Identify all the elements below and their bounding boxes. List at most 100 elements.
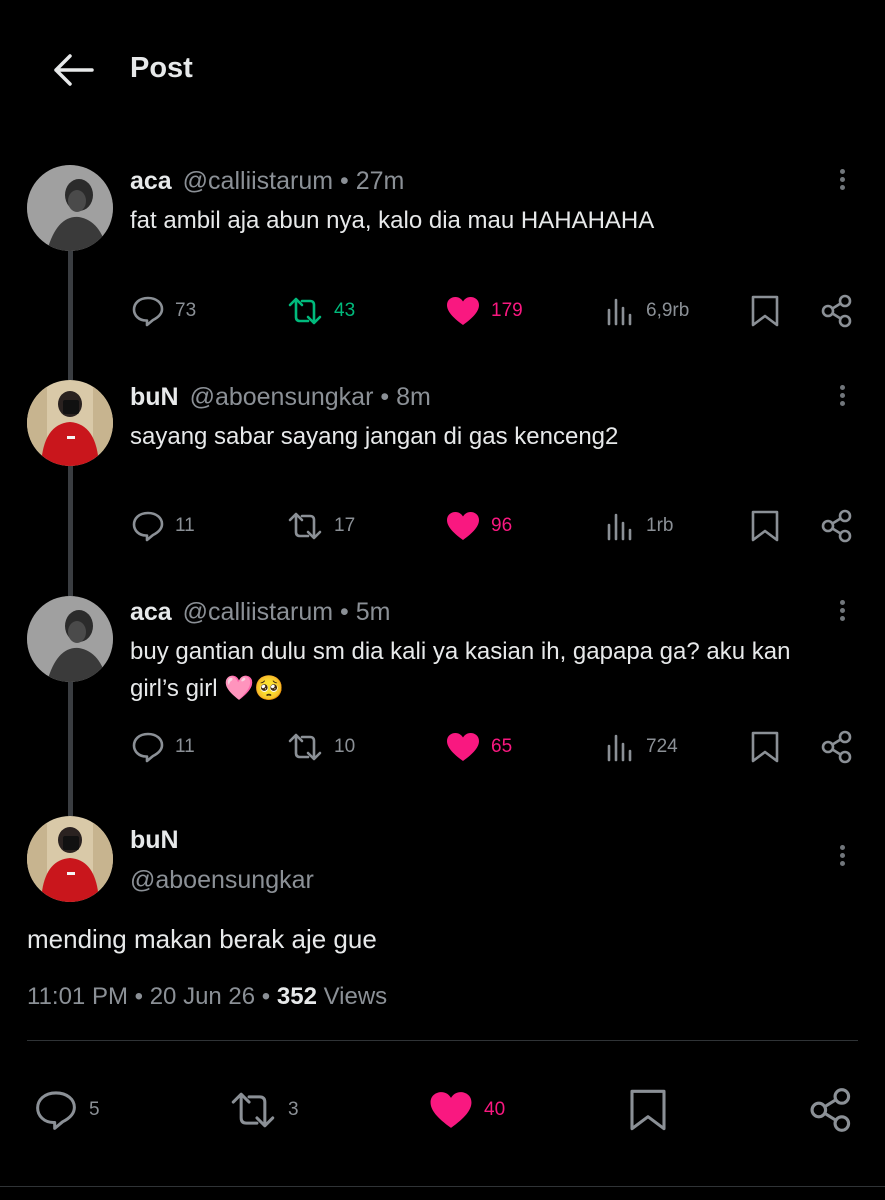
repost-count: 43 xyxy=(334,300,356,321)
like-button[interactable]: 40 xyxy=(428,1087,505,1133)
share-button[interactable] xyxy=(808,1087,854,1133)
share-icon xyxy=(821,509,852,543)
repost-count: 17 xyxy=(334,515,356,536)
reply-count: 11 xyxy=(175,736,195,757)
reply-button[interactable]: 11 xyxy=(131,506,195,546)
repost-count: 3 xyxy=(288,1099,299,1120)
tweet-metadata: 11:01 PM • 20 Jun 26 • 352 Views xyxy=(27,983,387,1011)
tweet-actions: 73 43 179 6,9rb xyxy=(0,291,885,331)
like-count: 179 xyxy=(491,300,523,321)
tweet-text: sayang sabar sayang jangan di gas kencen… xyxy=(130,423,619,450)
main-author-name[interactable]: buN xyxy=(130,826,179,855)
share-icon xyxy=(821,294,852,328)
heart-icon xyxy=(447,297,479,325)
avatar[interactable] xyxy=(27,816,113,902)
bookmark-icon xyxy=(630,1089,666,1131)
separator-dot: • xyxy=(373,383,397,411)
reply-button[interactable]: 5 xyxy=(33,1087,100,1133)
author-name[interactable]: buN xyxy=(130,826,179,854)
bookmark-button[interactable] xyxy=(750,291,780,331)
bookmark-button[interactable] xyxy=(750,727,780,767)
bookmark-button[interactable] xyxy=(750,506,780,546)
main-author-handle[interactable]: @aboensungkar xyxy=(130,866,314,895)
repost-button[interactable]: 3 xyxy=(228,1087,299,1133)
main-tweet-text: mending makan berak aje gue xyxy=(27,924,377,954)
bookmark-icon xyxy=(751,731,779,763)
page-title: Post xyxy=(130,52,193,84)
views-button[interactable]: 724 xyxy=(606,727,678,767)
views-count: 724 xyxy=(646,736,678,757)
avatar[interactable] xyxy=(27,596,113,682)
tweet-actions: 11 10 65 724 xyxy=(0,727,885,767)
bookmark-icon xyxy=(751,510,779,542)
author-handle[interactable]: @calliistarum xyxy=(183,598,333,626)
heart-icon xyxy=(430,1092,472,1128)
like-button[interactable]: 65 xyxy=(445,727,512,767)
author-handle[interactable]: @calliistarum xyxy=(183,167,333,195)
author-handle[interactable]: @aboensungkar xyxy=(190,383,374,411)
repost-icon xyxy=(231,1092,275,1128)
heart-icon xyxy=(447,512,479,540)
tweet-text: buy gantian dulu sm dia kali ya kasian i… xyxy=(130,638,791,702)
reply-icon xyxy=(132,732,164,763)
author-name[interactable]: buN xyxy=(130,383,179,411)
separator-dot: • xyxy=(127,983,150,1010)
reply-button[interactable]: 73 xyxy=(131,291,196,331)
reply-count: 5 xyxy=(89,1099,100,1120)
views-label: Views xyxy=(323,983,388,1010)
tweet-text: fat ambil aja abun nya, kalo dia mau HAH… xyxy=(130,207,655,234)
bookmark-icon xyxy=(751,295,779,327)
reply-count: 11 xyxy=(175,515,195,536)
views-count: 6,9rb xyxy=(646,300,690,321)
author-name[interactable]: aca xyxy=(130,598,172,626)
views-icon xyxy=(607,734,632,762)
like-button[interactable]: 96 xyxy=(445,506,512,546)
repost-button[interactable]: 10 xyxy=(286,727,355,767)
back-arrow-icon[interactable] xyxy=(50,52,94,88)
divider xyxy=(27,1040,858,1041)
like-count: 96 xyxy=(491,515,513,536)
top-bar: Post xyxy=(0,0,885,140)
tweet-author-line: aca @calliistarum • 27m xyxy=(130,167,404,196)
more-options-icon[interactable] xyxy=(830,166,854,196)
share-button[interactable] xyxy=(820,506,854,546)
divider xyxy=(0,1186,885,1187)
more-options-icon[interactable] xyxy=(830,597,854,627)
tweet-time[interactable]: 8m xyxy=(396,383,431,411)
repost-count: 10 xyxy=(334,736,356,757)
repost-button[interactable]: 17 xyxy=(286,506,355,546)
more-options-icon[interactable] xyxy=(830,382,854,412)
tweet-time[interactable]: 5m xyxy=(356,598,391,626)
separator-dot: • xyxy=(333,598,356,626)
separator-dot: • xyxy=(333,167,356,195)
avatar[interactable] xyxy=(27,165,113,251)
repost-button[interactable]: 43 xyxy=(286,291,355,331)
repost-icon xyxy=(288,297,322,325)
bookmark-button[interactable] xyxy=(628,1087,668,1133)
more-options-icon[interactable] xyxy=(830,842,854,872)
views-icon xyxy=(607,513,632,541)
like-button[interactable]: 179 xyxy=(445,291,523,331)
author-name[interactable]: aca xyxy=(130,167,172,195)
reply-button[interactable]: 11 xyxy=(131,727,195,767)
views-button[interactable]: 1rb xyxy=(606,506,673,546)
share-icon xyxy=(810,1088,851,1132)
avatar[interactable] xyxy=(27,380,113,466)
repost-icon xyxy=(288,512,322,540)
reply-icon xyxy=(132,296,164,327)
views-button[interactable]: 6,9rb xyxy=(606,291,689,331)
main-tweet-actions: 5 3 40 xyxy=(0,1087,885,1133)
views-icon xyxy=(607,298,632,326)
views-count: 1rb xyxy=(646,515,674,536)
tweet-author-line: aca @calliistarum • 5m xyxy=(130,598,390,627)
share-icon xyxy=(821,730,852,764)
like-count: 40 xyxy=(484,1099,506,1120)
tweet-author-line: buN @aboensungkar • 8m xyxy=(130,383,431,412)
heart-icon xyxy=(447,733,479,761)
tweet-date[interactable]: 20 Jun 26 xyxy=(150,983,255,1010)
share-button[interactable] xyxy=(820,291,854,331)
tweet-time[interactable]: 27m xyxy=(356,167,405,195)
tweet-time[interactable]: 11:01 PM xyxy=(27,983,128,1010)
repost-icon xyxy=(288,733,322,761)
share-button[interactable] xyxy=(820,727,854,767)
